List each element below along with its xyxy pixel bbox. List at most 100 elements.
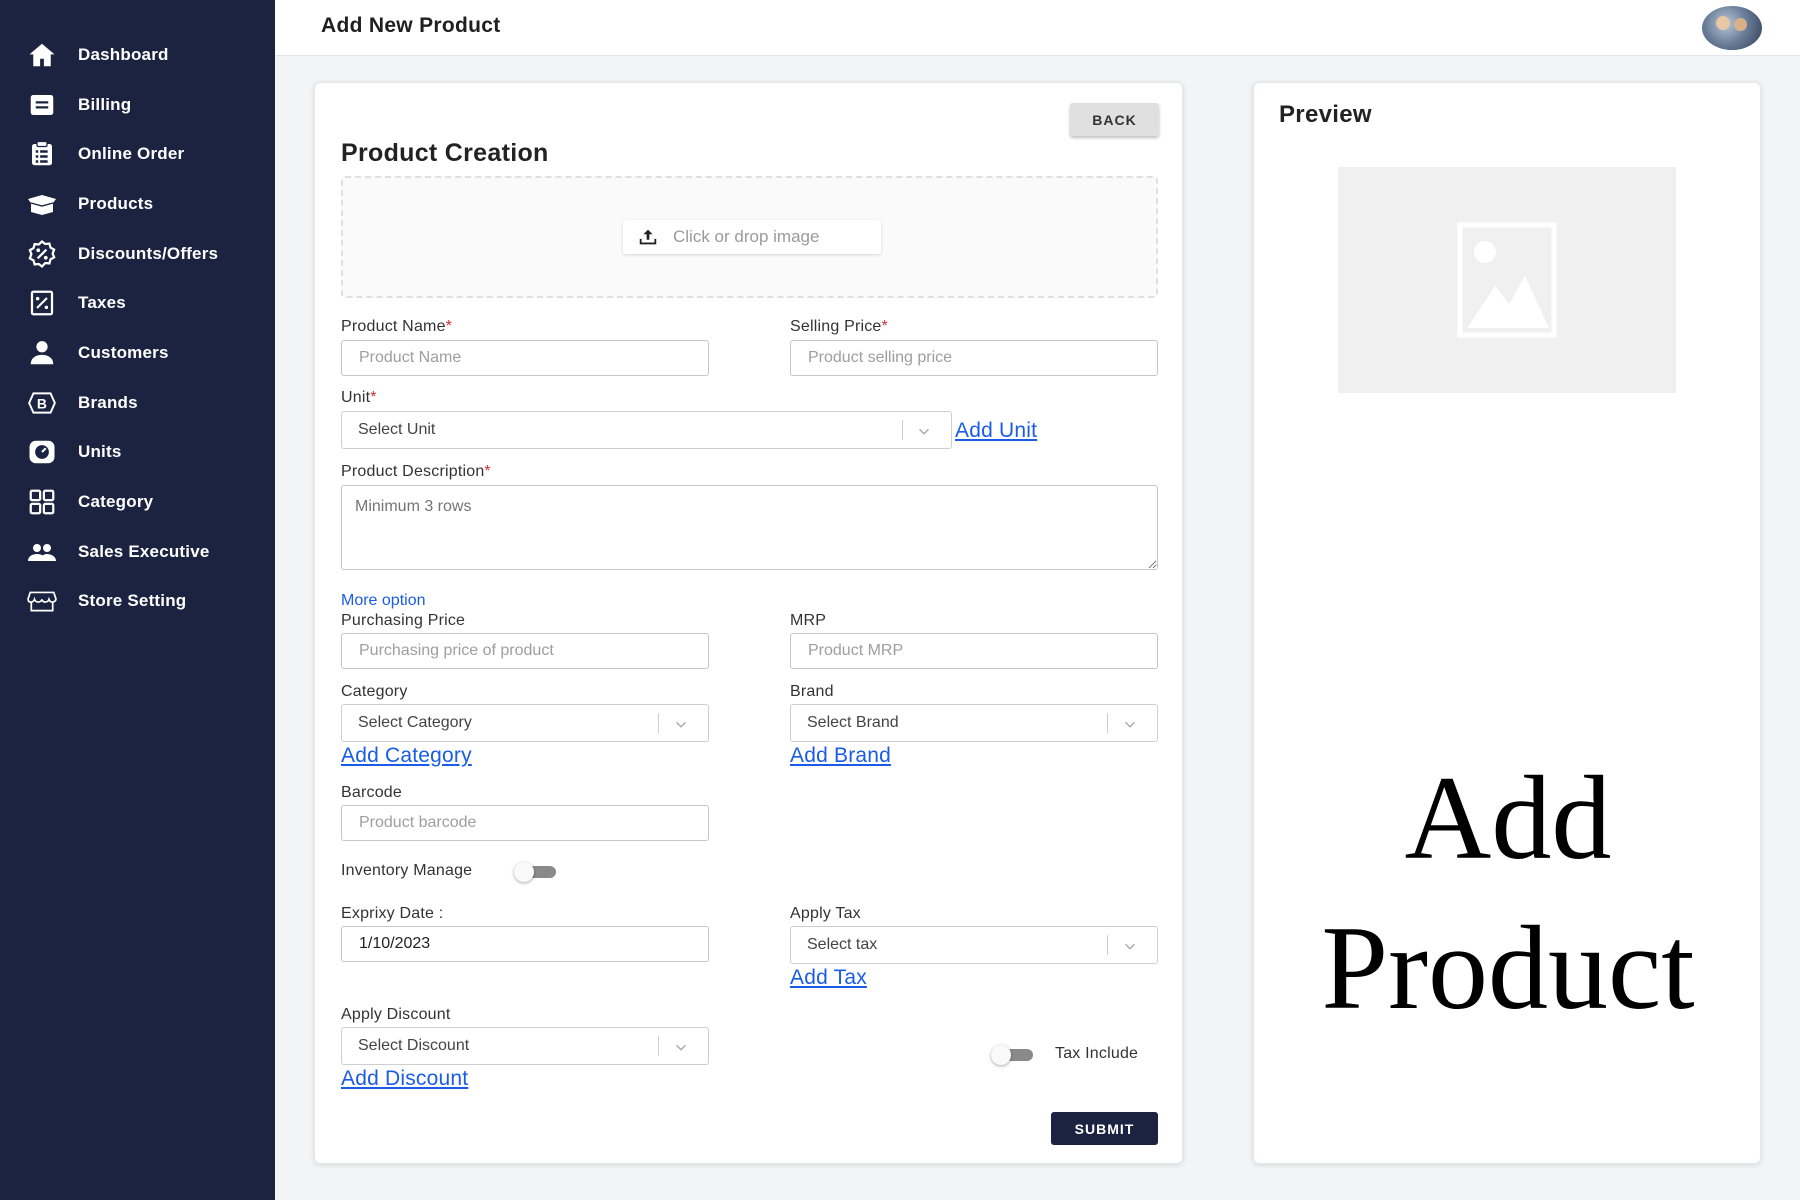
upload-button[interactable]: Click or drop image xyxy=(623,220,881,254)
sidebar-item-label: Category xyxy=(78,492,154,512)
purchasing-price-input[interactable] xyxy=(341,633,709,669)
mrp-label: MRP xyxy=(790,612,827,629)
discount-select[interactable]: Select Discount xyxy=(341,1027,709,1065)
preview-title: Preview xyxy=(1279,101,1372,128)
category-select-value: Select Category xyxy=(358,714,472,731)
chevron-down-icon xyxy=(675,1044,687,1051)
tax-select-value: Select tax xyxy=(807,936,878,953)
sidebar-item-taxes[interactable]: Taxes xyxy=(0,278,275,328)
brand-select[interactable]: Select Brand xyxy=(790,704,1158,742)
person-icon xyxy=(24,338,60,368)
category-select[interactable]: Select Category xyxy=(341,704,709,742)
submit-button[interactable]: SUBMIT xyxy=(1051,1112,1158,1145)
add-discount-link[interactable]: Add Discount xyxy=(341,1067,468,1091)
selling-price-label: Selling Price* xyxy=(790,318,888,335)
expiry-date-label: Exprixy Date : xyxy=(341,905,444,922)
product-name-label: Product Name* xyxy=(341,318,453,335)
add-tax-link[interactable]: Add Tax xyxy=(790,966,867,990)
sidebar-item-label: Taxes xyxy=(78,293,126,313)
sidebar-item-label: Products xyxy=(78,193,154,213)
product-name-input[interactable] xyxy=(341,340,709,376)
select-separator xyxy=(1107,713,1108,733)
sidebar-item-sales-executive[interactable]: Sales Executive xyxy=(0,527,275,577)
unit-label: Unit* xyxy=(341,389,377,406)
add-brand-link[interactable]: Add Brand xyxy=(790,744,891,768)
brand-select-value: Select Brand xyxy=(807,714,899,731)
mrp-input[interactable] xyxy=(790,633,1158,669)
image-dropzone[interactable]: Click or drop image xyxy=(341,176,1158,298)
sidebar-item-units[interactable]: Units xyxy=(0,428,275,478)
sidebar-item-label: Discounts/Offers xyxy=(78,243,219,263)
category-label: Category xyxy=(341,683,408,700)
brand-label: Brand xyxy=(790,683,834,700)
purchasing-price-label: Purchasing Price xyxy=(341,612,466,629)
toggle-knob xyxy=(514,862,534,882)
toggle-knob xyxy=(991,1045,1011,1065)
sidebar-item-brands[interactable]: B Brands xyxy=(0,378,275,428)
image-placeholder-icon xyxy=(1457,222,1557,338)
product-form-card: BACK Product Creation Click or drop imag… xyxy=(314,82,1183,1164)
expiry-date-input[interactable] xyxy=(341,926,709,962)
tax-include-toggle[interactable] xyxy=(991,1045,1035,1065)
sidebar-item-label: Store Setting xyxy=(78,591,187,611)
sidebar-item-label: Customers xyxy=(78,342,169,362)
sidebar-item-online-order[interactable]: Online Order xyxy=(0,129,275,179)
chevron-down-icon xyxy=(1124,943,1136,950)
page-title: Add New Product xyxy=(321,14,501,37)
sidebar-item-store-setting[interactable]: Store Setting xyxy=(0,577,275,627)
sidebar: Dashboard Billing Online Order Products … xyxy=(0,0,275,1200)
home-icon xyxy=(24,40,60,70)
select-separator xyxy=(658,1036,659,1056)
sidebar-item-products[interactable]: Products xyxy=(0,179,275,229)
apply-discount-label: Apply Discount xyxy=(341,1006,451,1023)
inventory-manage-label: Inventory Manage xyxy=(341,862,473,879)
unit-select[interactable]: Select Unit xyxy=(341,411,952,449)
store-icon xyxy=(24,586,60,616)
order-list-icon xyxy=(24,139,60,169)
sidebar-item-label: Dashboard xyxy=(78,44,169,64)
avatar[interactable] xyxy=(1702,6,1762,50)
brand-b-icon: B xyxy=(24,388,60,418)
discount-select-value: Select Discount xyxy=(358,1037,470,1054)
barcode-input[interactable] xyxy=(341,805,709,841)
upload-label: Click or drop image xyxy=(673,227,820,246)
grid-icon xyxy=(24,487,60,517)
box-icon xyxy=(24,189,60,219)
select-separator xyxy=(902,420,903,440)
inventory-manage-toggle[interactable] xyxy=(514,862,558,882)
description-textarea[interactable] xyxy=(341,485,1158,570)
sidebar-item-billing[interactable]: Billing xyxy=(0,80,275,130)
scale-icon xyxy=(24,437,60,467)
form-title: Product Creation xyxy=(341,139,549,167)
selling-price-input[interactable] xyxy=(790,340,1158,376)
unit-select-value: Select Unit xyxy=(358,421,436,438)
tax-receipt-icon xyxy=(24,288,60,318)
description-label: Product Description* xyxy=(341,463,491,480)
sidebar-item-dashboard[interactable]: Dashboard xyxy=(0,30,275,80)
add-unit-link[interactable]: Add Unit xyxy=(955,419,1037,443)
sidebar-item-category[interactable]: Category xyxy=(0,477,275,527)
tax-include-label: Tax Include xyxy=(1055,1045,1139,1062)
sidebar-item-discounts[interactable]: Discounts/Offers xyxy=(0,229,275,279)
watermark-text: Add Product xyxy=(1321,751,1695,1034)
sidebar-item-label: Online Order xyxy=(78,144,185,164)
sidebar-item-customers[interactable]: Customers xyxy=(0,328,275,378)
sidebar-item-label: Brands xyxy=(78,392,138,412)
sidebar-item-label: Units xyxy=(78,442,122,462)
discount-badge-icon xyxy=(24,239,60,269)
svg-text:B: B xyxy=(37,395,47,411)
more-option-link[interactable]: More option xyxy=(341,592,426,610)
sidebar-item-label: Sales Executive xyxy=(78,541,210,561)
people-icon xyxy=(24,537,60,567)
upload-icon xyxy=(639,229,657,245)
add-category-link[interactable]: Add Category xyxy=(341,744,472,768)
preview-image-placeholder xyxy=(1338,167,1676,393)
chevron-down-icon xyxy=(1124,721,1136,728)
chevron-down-icon xyxy=(918,428,930,435)
tax-select[interactable]: Select tax xyxy=(790,926,1158,964)
sidebar-item-label: Billing xyxy=(78,94,132,114)
barcode-label: Barcode xyxy=(341,784,402,801)
billing-icon xyxy=(24,90,60,120)
top-header: Add New Product xyxy=(275,0,1800,56)
back-button[interactable]: BACK xyxy=(1070,103,1159,136)
